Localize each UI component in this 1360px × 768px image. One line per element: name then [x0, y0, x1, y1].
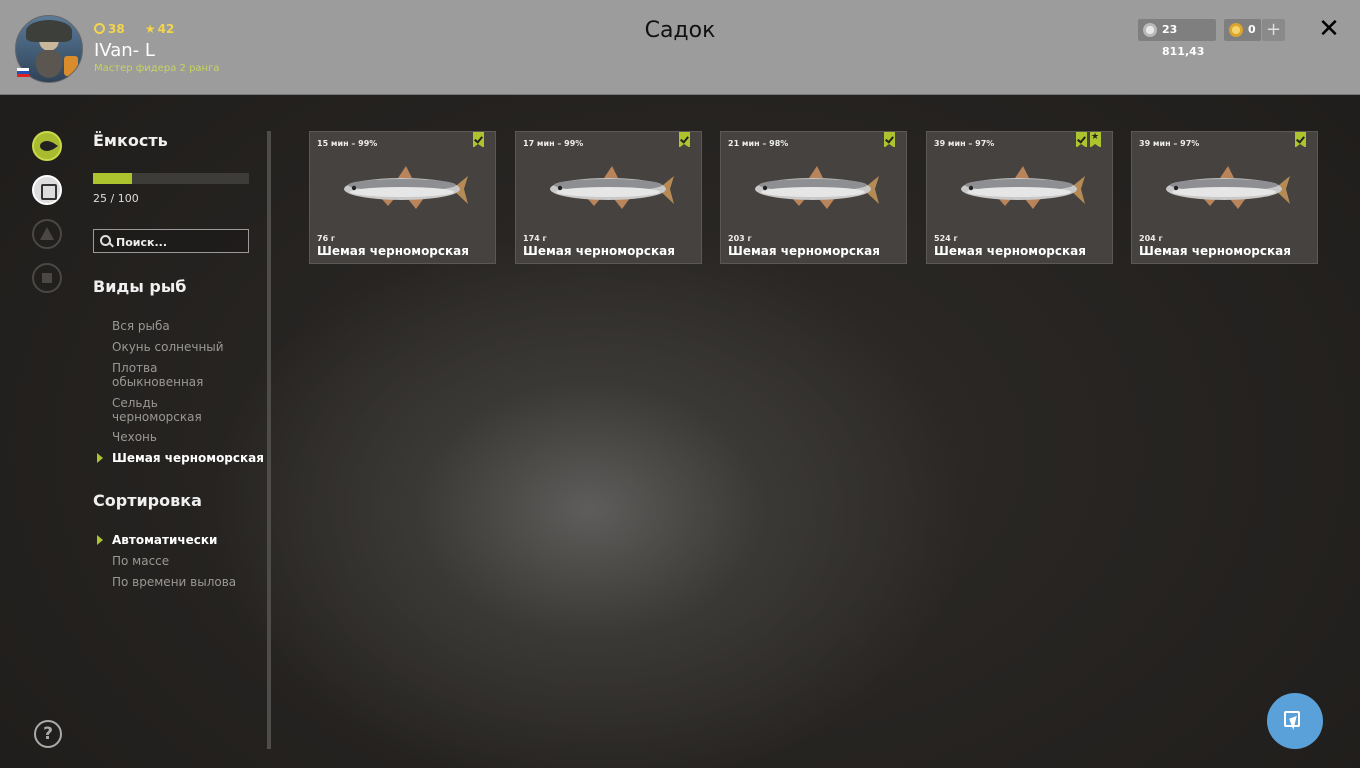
- fish-weight: 76 г: [317, 234, 336, 243]
- fish-card[interactable]: 15 мин – 99% 76 г Шемая черноморская: [309, 131, 496, 264]
- species-item[interactable]: Сельдь черноморская: [112, 396, 222, 424]
- fish-image: [961, 166, 1085, 209]
- player-rank: Мастер фидера 2 ранга: [94, 63, 220, 74]
- top-bar: 38 ★ 42 IVan- L Мастер фидера 2 ранга Сад…: [0, 0, 1360, 95]
- fish-card[interactable]: 21 мин – 98% 203 г Шемая черноморская: [720, 131, 907, 264]
- fish-image: [1166, 166, 1290, 209]
- capacity-count: 25 / 100: [93, 192, 139, 205]
- capacity-bar-fill: [93, 173, 132, 184]
- fish-name: Шемая черноморская: [317, 244, 469, 258]
- selected-arrow-icon: [97, 535, 103, 545]
- fish-image: [755, 166, 879, 209]
- gold-balance: 0: [1224, 19, 1261, 41]
- checkmark-icon: [1076, 132, 1087, 148]
- trophy-star-icon: ★: [1090, 132, 1101, 148]
- capacity-title: Ёмкость: [93, 131, 168, 150]
- cursor-mode-button[interactable]: [1267, 693, 1323, 749]
- fish-weight: 204 г: [1139, 234, 1163, 243]
- silver-balance: 23 811,43: [1138, 19, 1216, 58]
- gold-coin-icon: [1229, 23, 1243, 37]
- gold-amount: 0: [1248, 23, 1256, 36]
- keepnet-icon[interactable]: [32, 175, 62, 205]
- sort-title: Сортировка: [93, 491, 202, 510]
- russia-flag-icon: [17, 68, 29, 77]
- fish-name: Шемая черноморская: [934, 244, 1086, 258]
- fish-name: Шемая черноморская: [728, 244, 880, 258]
- fish-weight: 174 г: [523, 234, 547, 243]
- selected-arrow-icon: [97, 453, 103, 463]
- avatar-beard: [36, 50, 62, 78]
- help-icon[interactable]: ?: [34, 720, 62, 748]
- sort-option-selected[interactable]: Автоматически: [112, 533, 262, 547]
- close-button[interactable]: ✕: [1316, 14, 1342, 44]
- catch-time-quality: 21 мин – 98%: [728, 139, 789, 148]
- search-input[interactable]: [114, 232, 248, 252]
- fish-card[interactable]: 39 мин – 97% 204 г Шемая черноморская: [1131, 131, 1318, 264]
- catch-time-quality: 15 мин – 99%: [317, 139, 378, 148]
- fish-icon[interactable]: [32, 131, 62, 161]
- fish-name: Шемая черноморская: [523, 244, 675, 258]
- fish-image: [550, 166, 674, 209]
- checkmark-icon: [473, 132, 484, 148]
- home-icon[interactable]: [32, 263, 62, 293]
- add-gold-button[interactable]: +: [1262, 19, 1285, 41]
- fish-card[interactable]: 39 мин – 97% ★ 524 г Шемая черноморская: [926, 131, 1113, 264]
- fish-card[interactable]: 17 мин – 99% 174 г Шемая черноморская: [515, 131, 702, 264]
- player-name: IVan- L: [94, 40, 155, 61]
- catch-time-quality: 39 мин – 97%: [934, 139, 995, 148]
- fish-name: Шемая черноморская: [1139, 244, 1291, 258]
- checkmark-icon: [884, 132, 895, 148]
- species-item-selected[interactable]: Шемая черноморская: [112, 451, 264, 465]
- checkmark-icon: [679, 132, 690, 148]
- fish-weight: 524 г: [934, 234, 958, 243]
- sort-option[interactable]: По массе: [112, 554, 262, 568]
- species-item[interactable]: Плотва обыкновенная: [112, 361, 222, 389]
- species-item[interactable]: Окунь солнечный: [112, 340, 262, 354]
- capacity-bar: [93, 173, 249, 184]
- sort-option[interactable]: По времени вылова: [112, 575, 262, 589]
- fish-image: [344, 166, 468, 209]
- tent-icon[interactable]: [32, 219, 62, 249]
- search-box[interactable]: [93, 229, 249, 253]
- catch-time-quality: 17 мин – 99%: [523, 139, 584, 148]
- species-title: Виды рыб: [93, 277, 187, 296]
- avatar-bag: [64, 56, 78, 76]
- species-item[interactable]: Вся рыба: [112, 319, 262, 333]
- fish-weight: 203 г: [728, 234, 752, 243]
- checkmark-icon: [1295, 132, 1306, 148]
- panel-divider: [267, 131, 271, 749]
- silver-amount: 23 811,43: [1162, 23, 1205, 58]
- search-icon: [100, 235, 111, 246]
- silver-coin-icon: [1143, 23, 1157, 37]
- species-item[interactable]: Чехонь: [112, 430, 262, 444]
- catch-time-quality: 39 мин – 97%: [1139, 139, 1200, 148]
